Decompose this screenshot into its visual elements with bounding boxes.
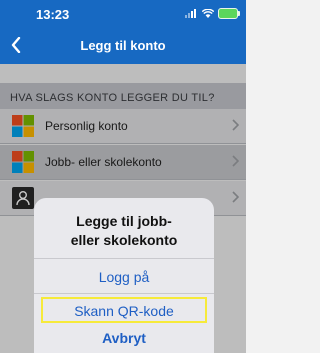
wifi-icon [202, 9, 214, 18]
page-title: Legg til konto [80, 38, 166, 53]
status-icons [185, 8, 240, 19]
nav-header: 13:23 Legg til konto [0, 0, 246, 64]
signal-icon [185, 9, 196, 18]
action-sheet-title: Legge til jobb- eller skolekonto [34, 212, 214, 250]
status-time: 13:23 [36, 7, 70, 22]
cancel-button[interactable]: Avbryt [34, 323, 214, 353]
divider [34, 293, 214, 294]
action-sheet: Legge til jobb- eller skolekonto Logg på… [34, 198, 214, 353]
battery-icon [218, 8, 240, 19]
action-sheet-title-text: Legge til jobb- eller skolekonto [70, 213, 178, 248]
scan-qr-button[interactable]: Skann QR-kode [41, 297, 207, 323]
divider [34, 258, 214, 259]
login-button[interactable]: Logg på [34, 262, 214, 292]
